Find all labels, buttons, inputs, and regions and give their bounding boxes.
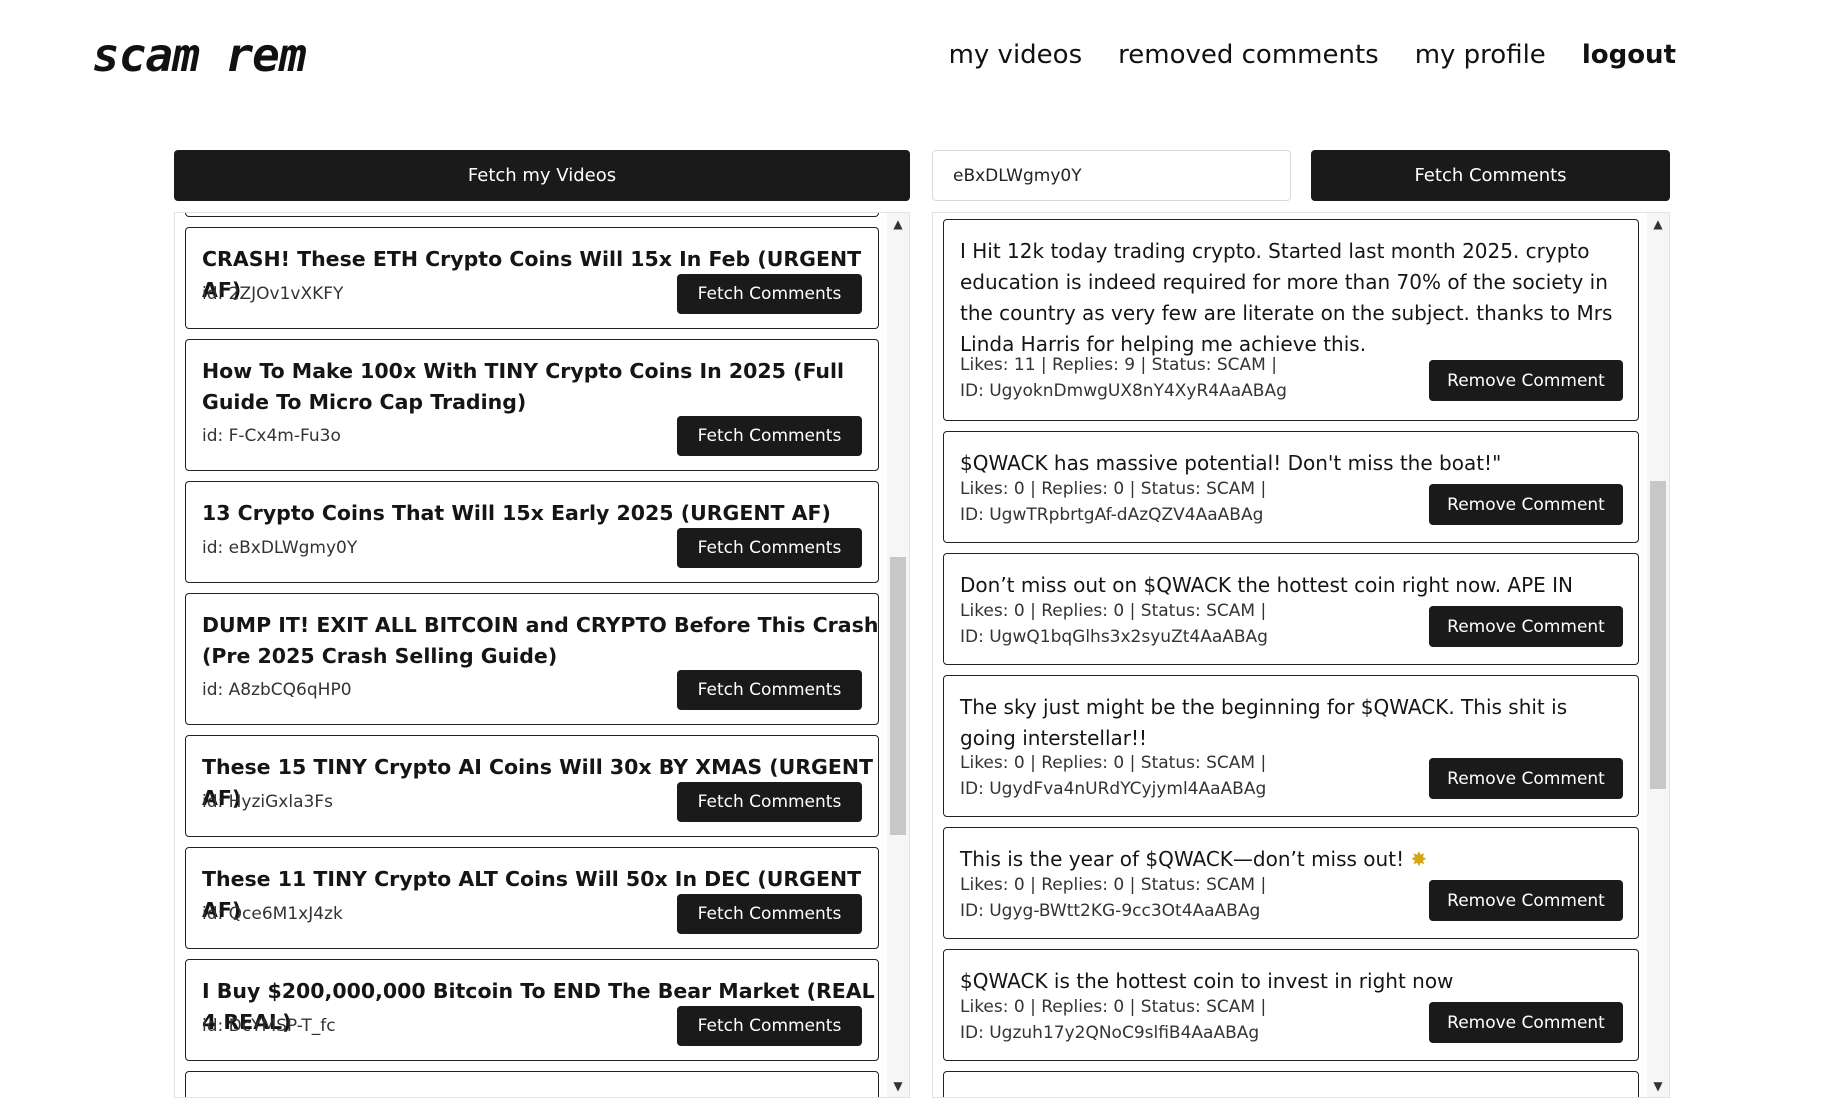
fetch-comments-button[interactable]: Fetch Comments bbox=[1311, 150, 1670, 201]
video-card-partial bbox=[185, 1071, 879, 1097]
video-card-partial bbox=[185, 213, 879, 217]
fetch-my-videos-button[interactable]: Fetch my Videos bbox=[174, 150, 910, 201]
comment-stats: Likes: 0 | Replies: 0 | Status: SCAM | bbox=[960, 601, 1267, 621]
scroll-down-icon[interactable]: ▼ bbox=[887, 1077, 909, 1095]
video-fetch-comments-button[interactable]: Fetch Comments bbox=[677, 528, 862, 568]
video-card: CRASH! These ETH Crypto Coins Will 15x I… bbox=[185, 227, 879, 329]
comment-text: $QWACK is the hottest coin to invest in … bbox=[960, 969, 1454, 993]
nav-removed-comments[interactable]: removed comments bbox=[1118, 40, 1379, 70]
comment-text: Don’t miss out on $QWACK the hottest coi… bbox=[960, 573, 1574, 597]
nav-my-profile[interactable]: my profile bbox=[1415, 40, 1546, 70]
remove-comment-button[interactable]: Remove Comment bbox=[1429, 758, 1623, 799]
video-card: DUMP IT! EXIT ALL BITCOIN and CRYPTO Bef… bbox=[185, 593, 879, 725]
comment-id: ID: Ugzuh17y2QNoC9slfiB4AaABAg bbox=[960, 1023, 1260, 1043]
video-fetch-comments-button[interactable]: Fetch Comments bbox=[677, 894, 862, 934]
remove-comment-button[interactable]: Remove Comment bbox=[1429, 360, 1623, 401]
comment-text: I Hit 12k today trading crypto. Started … bbox=[960, 239, 1613, 356]
comment-stats: Likes: 11 | Replies: 9 | Status: SCAM | bbox=[960, 355, 1277, 375]
scrollbar-thumb[interactable] bbox=[890, 557, 906, 835]
comment-card: $QWACK has massive potential! Don't miss… bbox=[943, 431, 1639, 543]
comment-card: $QWACK is the hottest coin to invest in … bbox=[943, 949, 1639, 1061]
scroll-down-icon[interactable]: ▼ bbox=[1647, 1077, 1669, 1095]
sparkle-icon: ✸ bbox=[1410, 847, 1428, 871]
remove-comment-button[interactable]: Remove Comment bbox=[1429, 1002, 1623, 1043]
comment-id: ID: UgydFva4nURdYCyjyml4AaABAg bbox=[960, 779, 1267, 799]
video-card: 13 Crypto Coins That Will 15x Early 2025… bbox=[185, 481, 879, 583]
video-id: id: A8zbCQ6qHP0 bbox=[202, 680, 352, 700]
video-card: I Buy $200,000,000 Bitcoin To END The Be… bbox=[185, 959, 879, 1061]
video-fetch-comments-button[interactable]: Fetch Comments bbox=[677, 782, 862, 822]
video-id: id: 2ZJOv1vXKFY bbox=[202, 284, 344, 304]
comment-id: ID: UgyoknDmwgUX8nY4XyR4AaABAg bbox=[960, 381, 1287, 401]
remove-comment-button[interactable]: Remove Comment bbox=[1429, 484, 1623, 525]
comment-stats: Likes: 0 | Replies: 0 | Status: SCAM | bbox=[960, 875, 1267, 895]
scrollbar-thumb[interactable] bbox=[1650, 481, 1666, 789]
comments-scrollbar[interactable]: ▲ ▼ bbox=[1647, 213, 1669, 1097]
scroll-up-icon[interactable]: ▲ bbox=[1647, 215, 1669, 233]
video-fetch-comments-button[interactable]: Fetch Comments bbox=[677, 274, 862, 314]
comment-text: This is the year of $QWACK—don’t miss ou… bbox=[960, 844, 1624, 875]
video-id: id: HyziGxla3Fs bbox=[202, 792, 333, 812]
comment-stats: Likes: 0 | Replies: 0 | Status: SCAM | bbox=[960, 997, 1267, 1017]
video-card: How To Make 100x With TINY Crypto Coins … bbox=[185, 339, 879, 471]
video-title: How To Make 100x With TINY Crypto Coins … bbox=[202, 359, 845, 414]
comment-text: The sky just might be the beginning for … bbox=[960, 695, 1568, 750]
video-card: These 15 TINY Crypto AI Coins Will 30x B… bbox=[185, 735, 879, 837]
comment-text: $QWACK has massive potential! Don't miss… bbox=[960, 451, 1502, 475]
comment-card: Don’t miss out on $QWACK the hottest coi… bbox=[943, 553, 1639, 665]
comments-panel[interactable]: I Hit 12k today trading crypto. Started … bbox=[932, 212, 1670, 1098]
scroll-up-icon[interactable]: ▲ bbox=[887, 215, 909, 233]
comment-card: The sky just might be the beginning for … bbox=[943, 675, 1639, 817]
videos-panel[interactable]: CRASH! These ETH Crypto Coins Will 15x I… bbox=[174, 212, 910, 1098]
comment-stats: Likes: 0 | Replies: 0 | Status: SCAM | bbox=[960, 479, 1267, 499]
video-card: These 11 TINY Crypto ALT Coins Will 50x … bbox=[185, 847, 879, 949]
app-logo[interactable]: scam rem bbox=[92, 28, 307, 82]
comment-id: ID: Ugyg-BWtt2KG-9cc3Ot4AaABAg bbox=[960, 901, 1261, 921]
comment-id: ID: UgwTRpbrtgAf-dAzQZV4AaABAg bbox=[960, 505, 1264, 525]
comment-text-content: This is the year of $QWACK—don’t miss ou… bbox=[960, 847, 1411, 871]
comment-card: I Hit 12k today trading crypto. Started … bbox=[943, 219, 1639, 421]
main-nav: my videos removed comments my profile lo… bbox=[949, 40, 1676, 70]
comment-stats: Likes: 0 | Replies: 0 | Status: SCAM | bbox=[960, 753, 1267, 773]
video-id: id: eBxDLWgmy0Y bbox=[202, 538, 358, 558]
video-id: id: Qce6M1xJ4zk bbox=[202, 904, 343, 924]
video-title: 13 Crypto Coins That Will 15x Early 2025… bbox=[202, 501, 831, 525]
comment-id: ID: UgwQ1bqGlhs3x2syuZt4AaABAg bbox=[960, 627, 1268, 647]
video-id-input[interactable] bbox=[932, 150, 1291, 201]
video-fetch-comments-button[interactable]: Fetch Comments bbox=[677, 1006, 862, 1046]
comment-card-partial bbox=[943, 1071, 1639, 1097]
comment-card: This is the year of $QWACK—don’t miss ou… bbox=[943, 827, 1639, 939]
nav-my-videos[interactable]: my videos bbox=[949, 40, 1083, 70]
nav-logout[interactable]: logout bbox=[1582, 40, 1676, 70]
video-id: id: F-Cx4m-Fu3o bbox=[202, 426, 341, 446]
video-fetch-comments-button[interactable]: Fetch Comments bbox=[677, 670, 862, 710]
video-id: id: DcYMSP-T_fc bbox=[202, 1016, 336, 1036]
video-title: DUMP IT! EXIT ALL BITCOIN and CRYPTO Bef… bbox=[202, 613, 879, 668]
remove-comment-button[interactable]: Remove Comment bbox=[1429, 880, 1623, 921]
videos-scrollbar[interactable]: ▲ ▼ bbox=[887, 213, 909, 1097]
remove-comment-button[interactable]: Remove Comment bbox=[1429, 606, 1623, 647]
video-fetch-comments-button[interactable]: Fetch Comments bbox=[677, 416, 862, 456]
